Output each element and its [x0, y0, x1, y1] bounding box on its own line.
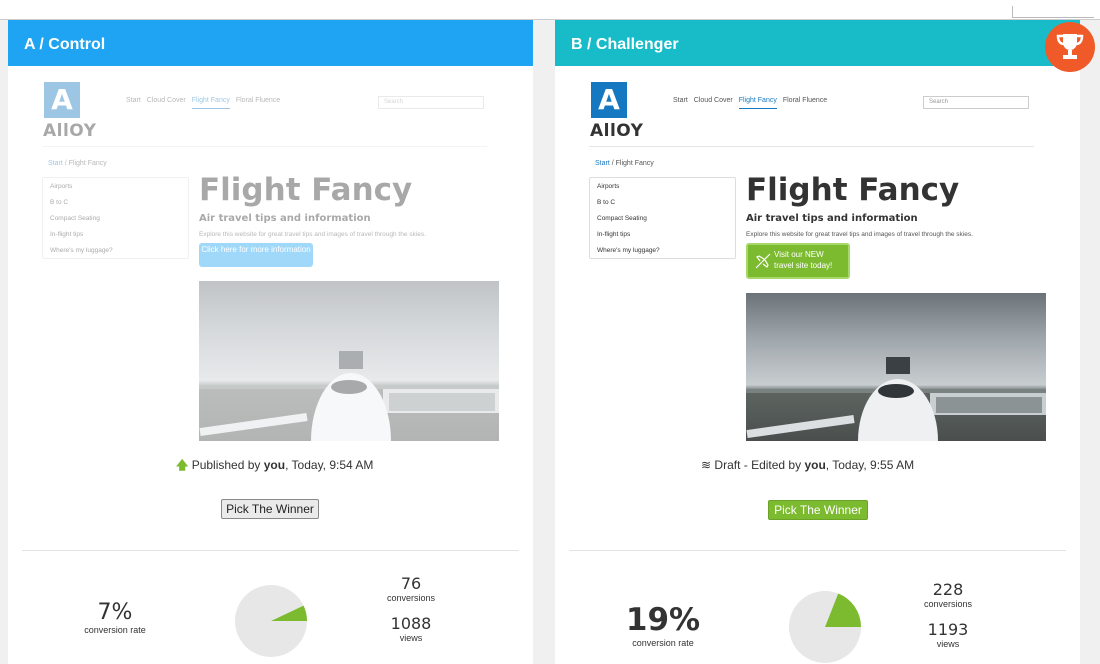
conversion-rate-value: 19%: [625, 602, 701, 638]
conversions-stat: 228 conversions: [908, 580, 988, 609]
panel-divider: [569, 550, 1066, 551]
sidebar-item-in-flight-tips: In-flight tips: [50, 231, 84, 238]
variant-a-title: A / Control: [8, 20, 533, 66]
sidebar-item-luggage: Where's my luggage?: [597, 247, 660, 254]
toolbar-frame: [1012, 6, 1094, 18]
site-nav: Start Cloud Cover Flight Fancy Floral Fl…: [673, 97, 827, 109]
site-breadcrumb: Start / Flight Fancy: [48, 160, 107, 167]
pick-winner-button-b[interactable]: Pick The Winner: [768, 500, 868, 520]
status-time: , Today, 9:54 AM: [285, 458, 374, 472]
site-breadcrumb: Start / Flight Fancy: [595, 160, 654, 167]
views-label: views: [936, 639, 960, 649]
site-description: Explore this website for great travel ti…: [746, 231, 973, 238]
crumb-current: Flight Fancy: [615, 160, 654, 167]
conversion-rate-stat: 19% conversion rate: [613, 602, 713, 648]
crumb-start: Start: [595, 160, 610, 167]
site-sidebar: Airports B to C Compact Seating In-fligh…: [589, 177, 736, 259]
cta-button: Click here for more information: [199, 243, 313, 267]
sidebar-item-b-to-c: B to C: [597, 199, 616, 206]
site-sidebar: Airports B to C Compact Seating In-fligh…: [42, 177, 189, 259]
site-logo: A: [44, 82, 80, 118]
site-subheading: Air travel tips and information: [746, 213, 918, 224]
sidebar-item-airports: Airports: [597, 183, 620, 190]
conversion-rate-label: conversion rate: [632, 638, 694, 648]
trophy-icon: [1056, 34, 1084, 59]
status-user: you: [804, 458, 826, 472]
crumb-start: Start: [48, 160, 63, 167]
site-logo: A: [591, 82, 627, 118]
site-logo-text: AllOY: [590, 121, 644, 141]
conversion-rate-stat: 7% conversion rate: [70, 600, 160, 635]
status-prefix: Published by: [191, 458, 261, 472]
crumb-current: Flight Fancy: [68, 160, 107, 167]
variant-a-panel: A / Control A AllOY Start Cloud Cover Fl…: [8, 20, 533, 664]
variant-b-panel: B / Challenger A AllOY Start Cloud Cover…: [555, 20, 1080, 664]
conversion-rate-label: conversion rate: [84, 625, 146, 635]
nav-floral-fluence: Floral Fluence: [235, 97, 281, 104]
status-prefix: Draft - Edited by: [714, 458, 802, 472]
site-search: Search: [378, 96, 484, 109]
sidebar-item-in-flight-tips: In-flight tips: [597, 231, 631, 238]
sidebar-item-compact-seating: Compact Seating: [597, 215, 647, 222]
conversion-pie-chart: [235, 585, 307, 657]
site-divider: [42, 146, 487, 147]
nav-cloud-cover: Cloud Cover: [693, 97, 733, 104]
nav-start: Start: [673, 97, 688, 104]
nav-flight-fancy: Flight Fancy: [191, 97, 230, 109]
site-divider: [589, 146, 1034, 147]
cta-line-1: Visit our NEW: [774, 250, 824, 259]
site-nav: Start Cloud Cover Flight Fancy Floral Fl…: [126, 97, 280, 109]
conversions-stat: 76 conversions: [371, 574, 451, 603]
variant-b-title: B / Challenger: [555, 20, 1080, 66]
conversions-label: conversions: [923, 599, 973, 609]
status-user: you: [263, 458, 286, 472]
site-heading: Flight Fancy: [199, 172, 413, 208]
conversion-rate-value: 7%: [97, 600, 133, 625]
variant-b-preview[interactable]: A AllOY Start Cloud Cover Flight Fancy F…: [555, 66, 1080, 546]
site-search: Search: [923, 96, 1029, 109]
airplane-photo: [746, 293, 1046, 441]
publish-status: 🡅 Published by you, Today, 9:54 AM: [176, 456, 373, 477]
site-heading: Flight Fancy: [746, 172, 960, 208]
views-value: 1088: [390, 614, 432, 633]
arrow-up-icon: 🡅: [176, 458, 189, 472]
site-description: Explore this website for great travel ti…: [199, 231, 426, 238]
layers-icon: ≋: [701, 458, 712, 472]
winner-badge: [1045, 22, 1095, 72]
panel-divider: [22, 550, 519, 551]
conversion-pie-chart: [789, 591, 861, 663]
conversions-value: 228: [932, 580, 964, 599]
nav-floral-fluence: Floral Fluence: [782, 97, 828, 104]
draft-status: ≋ Draft - Edited by you, Today, 9:55 AM: [701, 458, 914, 472]
views-stat: 1088 views: [371, 614, 451, 643]
nav-cloud-cover: Cloud Cover: [146, 97, 186, 104]
views-label: views: [399, 633, 423, 643]
nav-start: Start: [126, 97, 141, 104]
conversions-label: conversions: [386, 593, 436, 603]
views-value: 1193: [927, 620, 969, 639]
sidebar-item-luggage: Where's my luggage?: [50, 247, 113, 254]
airplane-photo: [199, 281, 499, 441]
conversions-value: 76: [400, 574, 422, 593]
cta-line-2: travel site today!: [774, 261, 833, 270]
site-logo-text: AllOY: [43, 121, 97, 141]
views-stat: 1193 views: [908, 620, 988, 649]
site-subheading: Air travel tips and information: [199, 213, 371, 224]
crumb-sep: /: [611, 160, 614, 167]
top-toolbar: [0, 0, 1100, 20]
cta-button: Visit our NEW travel site today!: [746, 243, 850, 279]
sidebar-item-compact-seating: Compact Seating: [50, 215, 100, 222]
crumb-sep: /: [64, 160, 67, 167]
sidebar-item-b-to-c: B to C: [50, 199, 69, 206]
airplane-icon: [755, 253, 771, 269]
pick-winner-button-a[interactable]: Pick The Winner: [221, 499, 319, 519]
sidebar-item-airports: Airports: [50, 183, 73, 190]
status-time: , Today, 9:55 AM: [825, 458, 915, 472]
nav-flight-fancy: Flight Fancy: [738, 97, 777, 109]
